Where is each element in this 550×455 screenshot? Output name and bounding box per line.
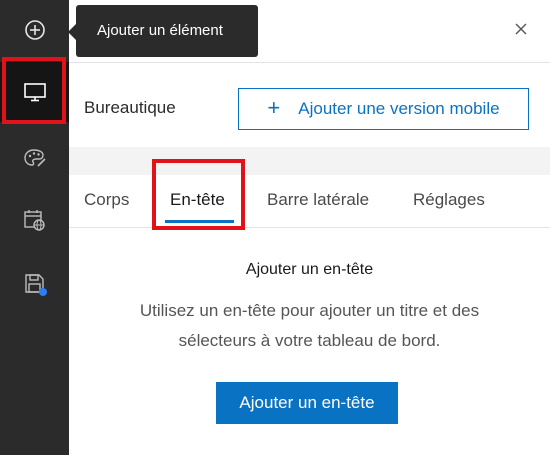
left-rail	[0, 0, 69, 455]
close-button[interactable]	[506, 14, 536, 44]
empty-state-description-line2: sélecteurs à votre tableau de bord.	[178, 331, 441, 350]
tooltip-arrow	[68, 24, 76, 40]
active-tab-indicator	[165, 220, 234, 223]
empty-state-description-line1: Utilisez un en-tête pour ajouter un titr…	[139, 301, 480, 320]
add-mobile-version-label: Ajouter une version mobile	[298, 99, 500, 118]
tab-barre-laterale[interactable]: Barre latérale	[267, 190, 369, 210]
rail-save-button[interactable]	[0, 254, 69, 314]
tab-reglages[interactable]: Réglages	[413, 190, 485, 210]
plus-icon: +	[267, 95, 281, 120]
rail-add-button[interactable]	[0, 0, 69, 60]
empty-state-title: Ajouter un en-tête	[245, 261, 374, 278]
calendar-globe-icon	[23, 210, 45, 231]
save-icon	[24, 274, 47, 296]
tab-en-tete[interactable]: En-tête	[170, 190, 225, 210]
rail-dataset-button[interactable]	[0, 190, 69, 250]
add-header-button[interactable]: Ajouter un en-tête	[216, 382, 398, 424]
rail-theme-button[interactable]	[0, 128, 69, 188]
close-icon	[515, 23, 527, 35]
plus-circle-icon	[24, 20, 45, 40]
monitor-icon	[23, 83, 46, 102]
header-divider	[69, 62, 550, 63]
empty-state-description: Utilisez un en-tête pour ajouter un titr…	[104, 296, 515, 356]
add-element-tooltip: Ajouter un élément	[76, 5, 258, 57]
tab-corps[interactable]: Corps	[84, 190, 129, 210]
section-separator	[69, 147, 550, 175]
palette-icon	[23, 149, 46, 167]
add-mobile-version-button[interactable]: + Ajouter une version mobile	[238, 88, 529, 130]
rail-desktop-button[interactable]	[0, 62, 69, 122]
unsaved-badge	[38, 288, 47, 296]
layout-mode-label: Bureautique	[84, 98, 176, 117]
